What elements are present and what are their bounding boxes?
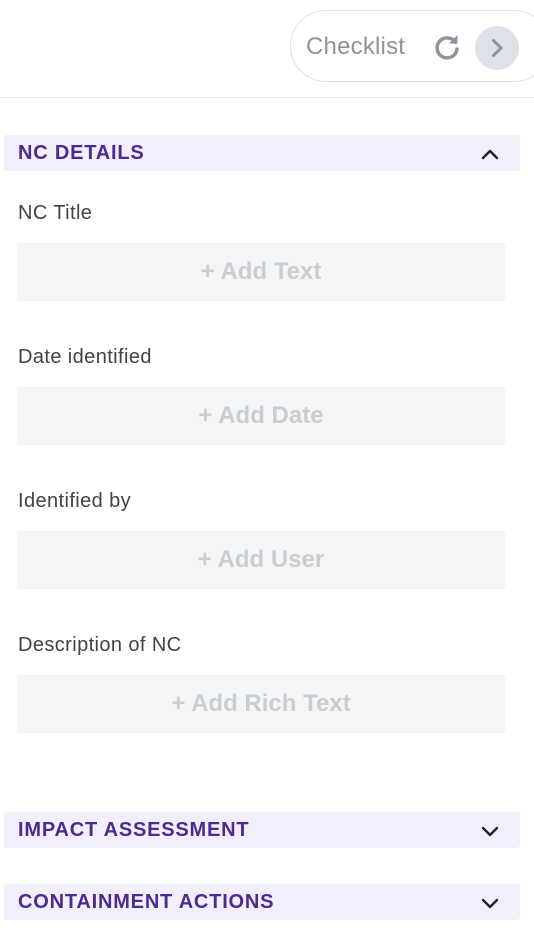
- section-title: CONTAINMENT ACTIONS: [18, 891, 275, 913]
- checklist-label: Checklist: [306, 33, 406, 60]
- field-label-description: Description of NC: [18, 634, 182, 656]
- chevron-right-icon: [492, 39, 503, 57]
- checklist-panel-toggle[interactable]: Checklist: [290, 10, 534, 82]
- field-label-nc-title: NC Title: [18, 202, 93, 224]
- description-input[interactable]: + Add Rich Text: [17, 675, 505, 733]
- add-rich-text-placeholder: + Add Rich Text: [171, 690, 351, 717]
- add-text-placeholder: + Add Text: [200, 258, 322, 285]
- identified-by-input[interactable]: + Add User: [17, 531, 505, 589]
- date-identified-input[interactable]: + Add Date: [17, 387, 505, 445]
- add-date-placeholder: + Add Date: [198, 402, 324, 429]
- chevron-up-icon: [481, 149, 499, 160]
- section-header-nc-details[interactable]: NC DETAILS: [4, 135, 520, 171]
- refresh-icon[interactable]: [431, 31, 463, 63]
- chevron-down-icon: [481, 826, 499, 837]
- section-header-impact-assessment[interactable]: IMPACT ASSESSMENT: [4, 812, 520, 848]
- chevron-down-icon: [481, 898, 499, 909]
- section-header-containment-actions[interactable]: CONTAINMENT ACTIONS: [4, 884, 520, 920]
- top-bar: Checklist: [0, 0, 534, 98]
- nc-title-input[interactable]: + Add Text: [17, 243, 505, 301]
- add-user-placeholder: + Add User: [197, 546, 325, 573]
- field-label-date-identified: Date identified: [18, 346, 152, 368]
- field-label-identified-by: Identified by: [18, 490, 132, 512]
- section-title: NC DETAILS: [18, 142, 145, 164]
- section-title: IMPACT ASSESSMENT: [18, 819, 250, 841]
- next-button[interactable]: [475, 26, 519, 70]
